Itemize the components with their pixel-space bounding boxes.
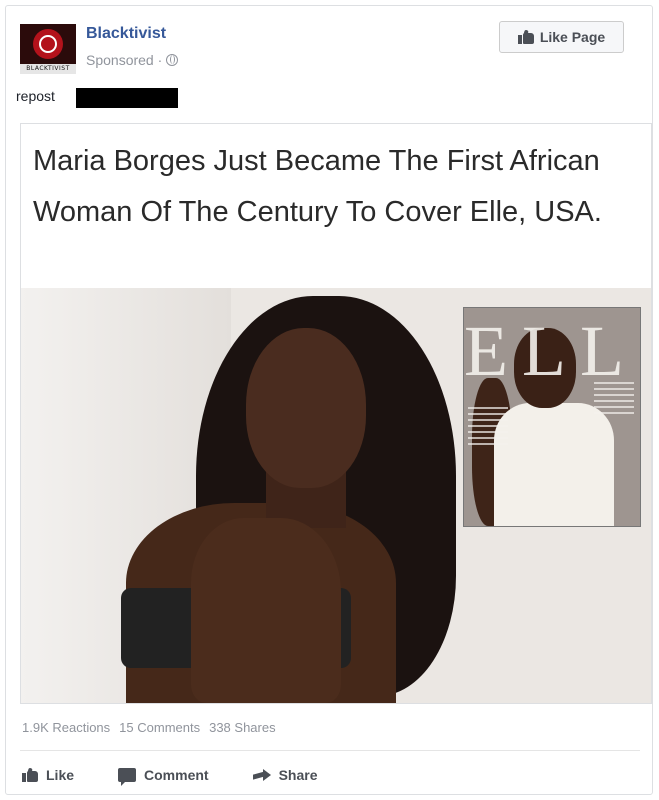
page-name-link[interactable]: Blacktivist: [86, 25, 166, 43]
shared-attachment[interactable]: Maria Borges Just Became The First Afric…: [20, 123, 652, 704]
like-page-button[interactable]: Like Page: [499, 21, 624, 53]
globe-icon[interactable]: [166, 54, 179, 66]
model-arm: [191, 518, 341, 703]
model-face: [246, 328, 366, 488]
post-message: repost: [16, 88, 55, 104]
comment-icon: [118, 768, 137, 786]
post-actions-bar: Like Comment Share: [22, 763, 362, 787]
comment-button[interactable]: Comment: [118, 767, 209, 786]
like-button[interactable]: Like: [22, 767, 74, 783]
attachment-headline: Maria Borges Just Became The First Afric…: [33, 145, 602, 228]
like-label: Like: [46, 767, 75, 783]
comment-label: Comment: [144, 767, 209, 783]
like-thumb-icon: [22, 767, 38, 782]
magazine-cover-image: ELLE: [463, 307, 641, 527]
engagement-stats: 1.9K Reactions 15 Comments 338 Shares: [22, 720, 276, 735]
actions-divider: [20, 750, 640, 751]
like-page-label: Like Page: [539, 29, 606, 45]
like-thumb-icon: [517, 29, 534, 44]
sponsored-label: Sponsored ·: [86, 52, 179, 68]
avatar-logo-mark: [20, 24, 76, 64]
share-icon: [253, 768, 271, 782]
shares-count[interactable]: 338 Shares: [209, 720, 276, 735]
redaction-bar: [76, 88, 178, 108]
comments-count[interactable]: 15 Comments: [119, 720, 200, 735]
sponsored-post-card: BLACKTIVIST Blacktivist Sponsored · Like…: [5, 5, 653, 795]
reactions-count[interactable]: 1.9K Reactions: [22, 720, 110, 735]
avatar-logo-text: BLACKTIVIST: [20, 64, 76, 74]
share-button[interactable]: Share: [253, 767, 318, 783]
attachment-photo[interactable]: ELLE: [21, 288, 651, 703]
sponsored-text: Sponsored ·: [86, 52, 163, 68]
page-avatar[interactable]: BLACKTIVIST: [20, 24, 76, 74]
share-label: Share: [278, 767, 318, 783]
